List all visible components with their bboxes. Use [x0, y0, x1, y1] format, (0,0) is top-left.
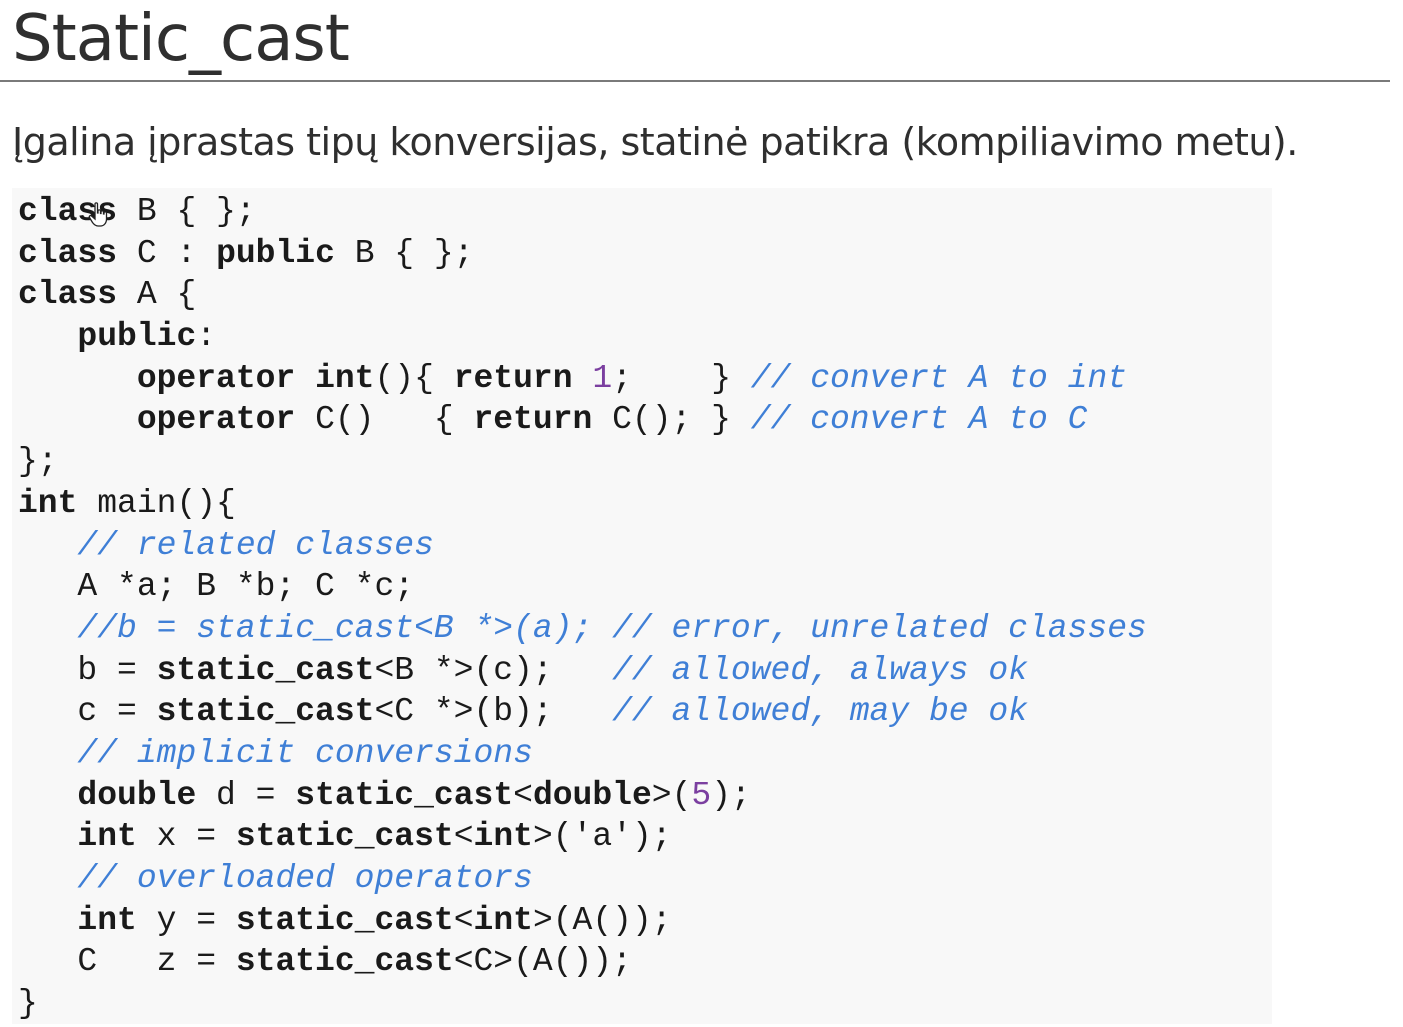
- code-keyword: public: [77, 318, 197, 356]
- code-text: >(: [651, 776, 692, 814]
- code-keyword: class: [18, 276, 118, 314]
- code-keyword: static_cast: [235, 943, 454, 981]
- code-line: b = static_cast<B *>(c); // allowed, alw…: [18, 650, 1147, 692]
- code-number: 5: [691, 776, 712, 814]
- code-line: double d = static_cast<double>(5);: [18, 775, 1147, 817]
- code-number: 1: [592, 359, 613, 397]
- code-text: main(){: [77, 484, 236, 522]
- code-keyword: static_cast: [295, 776, 514, 814]
- code-keyword: int: [473, 818, 533, 856]
- code-text: :: [196, 318, 217, 356]
- code-line: public:: [18, 316, 1147, 358]
- code-text: );: [711, 776, 751, 814]
- code-comment: //b = static_cast<B *>(a); // error, unr…: [77, 609, 1147, 647]
- code-line: operator int(){ return 1; } // convert A…: [18, 358, 1147, 400]
- code-line: C z = static_cast<C>(A());: [18, 941, 1147, 983]
- code-text: >(A());: [532, 901, 672, 939]
- code-keyword: return: [453, 359, 573, 397]
- code-keyword: int: [473, 901, 533, 939]
- code-keyword: return: [473, 401, 593, 439]
- code-line: operator C() { return C(); } // convert …: [18, 399, 1147, 441]
- code-text: <B *>(c);: [374, 651, 613, 689]
- code-line: int x = static_cast<int>('a');: [18, 816, 1147, 858]
- code-keyword: operator: [136, 359, 296, 397]
- code-line: c = static_cast<C *>(b); // allowed, may…: [18, 691, 1147, 733]
- code-text: B { };: [117, 193, 256, 230]
- code-text: <: [453, 818, 474, 856]
- code-text: (){: [374, 359, 454, 397]
- code-comment: // allowed, always ok: [612, 651, 1028, 689]
- slide-title: Static_cast: [12, 2, 350, 76]
- code-line: // overloaded operators: [18, 858, 1147, 900]
- code-text: C(); }: [592, 401, 751, 439]
- code-keyword: operator: [136, 401, 296, 439]
- code-line: //b = static_cast<B *>(a); // error, unr…: [18, 608, 1147, 650]
- code-text: }: [18, 985, 38, 1023]
- code-text: A {: [117, 276, 197, 314]
- code-text: y =: [136, 901, 236, 939]
- code-keyword: int: [77, 818, 137, 856]
- code-keyword: int: [77, 901, 137, 939]
- code-comment: // convert A to C: [750, 401, 1088, 439]
- code-text: <: [513, 776, 533, 814]
- code-line: class B { };: [18, 191, 1147, 233]
- code-text: <: [453, 901, 474, 939]
- code-line: A *a; B *b; C *c;: [18, 566, 1147, 608]
- title-divider: [0, 80, 1390, 82]
- code-line: int y = static_cast<int>(A());: [18, 900, 1147, 942]
- code-keyword: public: [216, 234, 335, 272]
- code-line: // related classes: [18, 525, 1147, 567]
- code-text: c =: [18, 693, 157, 731]
- code-block: class B { }; class C : public B { }; class…: [18, 191, 1147, 1025]
- code-text: B { };: [334, 234, 474, 272]
- slide-subtitle: Įgalina įprastas tipų konversijas, stati…: [12, 120, 1298, 164]
- code-keyword: int: [315, 359, 375, 397]
- code-line: };: [18, 441, 1147, 483]
- code-comment: // overloaded operators: [77, 860, 533, 897]
- code-comment: // implicit conversions: [77, 734, 533, 772]
- code-keyword: double: [532, 776, 652, 814]
- code-text: C() {: [295, 401, 474, 439]
- code-text: ; }: [612, 359, 751, 397]
- code-line: int main(){: [18, 483, 1147, 525]
- code-line: class C : public B { };: [18, 233, 1147, 275]
- code-text: b =: [18, 651, 157, 689]
- code-comment: // convert A to int: [750, 359, 1128, 397]
- code-text: C z =: [18, 943, 236, 981]
- code-text: <C>(A());: [453, 943, 632, 981]
- code-keyword: static_cast: [156, 693, 375, 731]
- code-text: A *a; B *b; C *c;: [18, 568, 415, 606]
- code-text: x =: [136, 818, 236, 856]
- code-keyword: class: [18, 234, 118, 272]
- code-text: };: [18, 443, 58, 481]
- code-text: d =: [196, 776, 296, 814]
- code-comment: // allowed, may be ok: [612, 693, 1028, 731]
- code-keyword: int: [18, 484, 78, 522]
- code-text: >('a');: [532, 818, 672, 856]
- code-line: // implicit conversions: [18, 733, 1147, 775]
- code-keyword: static_cast: [235, 901, 454, 939]
- code-keyword: static_cast: [235, 818, 454, 856]
- code-keyword: static_cast: [156, 651, 375, 689]
- code-comment: // related classes: [77, 526, 434, 564]
- code-text: C :: [117, 234, 217, 272]
- code-text: <C *>(b);: [374, 693, 613, 731]
- hand-pointer-icon: [88, 202, 108, 227]
- code-line: class A {: [18, 274, 1147, 316]
- code-line: }: [18, 983, 1147, 1025]
- code-keyword: double: [77, 776, 197, 814]
